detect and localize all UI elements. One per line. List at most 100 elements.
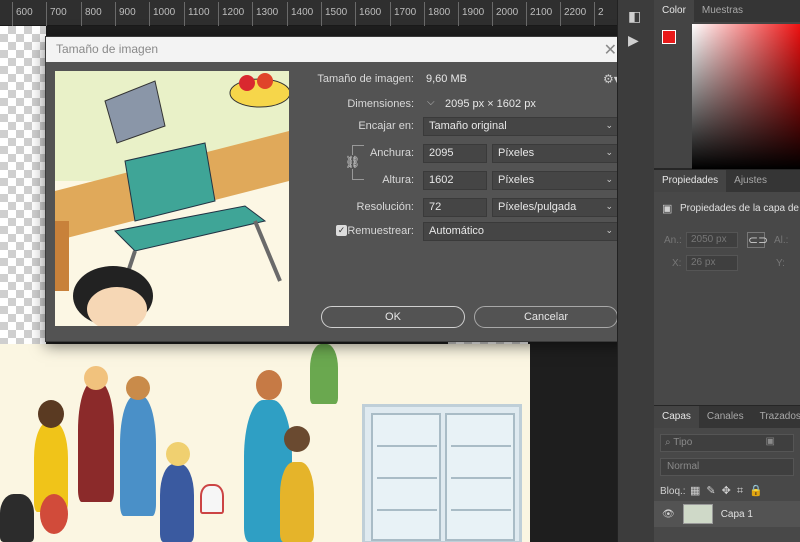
lock-icons[interactable]: ▦✎✥⌗🔒 xyxy=(690,484,769,498)
ruler-tick: 1800 xyxy=(428,7,451,18)
ruler-line xyxy=(81,2,82,26)
play-icon[interactable]: ▶ xyxy=(628,32,639,49)
apple xyxy=(257,73,273,89)
dialog-title: Tamaño de imagen xyxy=(56,42,159,56)
properties-title: Propiedades de la capa de xyxy=(680,203,799,214)
chevron-down-icon: ⌄ xyxy=(605,120,613,130)
child-head xyxy=(84,366,108,390)
tab-color[interactable]: Color xyxy=(654,0,694,22)
ruler-tick: 1000 xyxy=(153,7,176,18)
child-figure xyxy=(120,396,156,516)
cabinet-shelf xyxy=(451,477,511,479)
ruler-line xyxy=(252,2,253,26)
color-panel-icon[interactable]: ◧ xyxy=(628,8,641,25)
chevron-down-icon[interactable]: ⌵ xyxy=(427,97,435,108)
tab-channels[interactable]: Canales xyxy=(699,406,752,428)
ruler-tick: 2200 xyxy=(564,7,587,18)
child-head xyxy=(126,376,150,400)
cabinet-shelf xyxy=(377,445,437,447)
resample-label: Remuestrear: xyxy=(347,225,414,237)
cabinet-shelf xyxy=(377,509,437,511)
properties-panel-tabs: Propiedades Ajustes xyxy=(654,170,800,192)
blend-mode-select[interactable]: Normal xyxy=(660,458,794,476)
tab-paths[interactable]: Trazados xyxy=(752,406,800,428)
child-figure xyxy=(78,382,114,502)
fit-to-select[interactable]: Tamaño original ⌄ xyxy=(423,117,619,136)
ruler-line xyxy=(321,2,322,26)
chevron-down-icon: ⌄ xyxy=(605,225,613,235)
height-unit-select[interactable]: Píxeles ⌄ xyxy=(492,171,619,190)
layer-name: Capa 1 xyxy=(720,508,753,520)
tab-adjustments[interactable]: Ajustes xyxy=(726,170,775,192)
blend-mode-value: Normal xyxy=(667,461,700,472)
ruler-tick: 600 xyxy=(16,7,33,18)
ruler-tick: 1300 xyxy=(256,7,279,18)
x-mini-field[interactable]: 26 px xyxy=(686,255,738,271)
x-label: X: xyxy=(672,258,682,269)
chevron-down-icon: ⌄ xyxy=(605,201,613,211)
ruler-line xyxy=(149,2,150,26)
cancel-button[interactable]: Cancelar xyxy=(474,306,618,328)
resample-value: Automático xyxy=(429,225,485,237)
properties-panel: Propiedades Ajustes ▣ Propiedades de la … xyxy=(654,170,800,405)
image-size-dialog: Tamaño de imagen ✕ Tamaño de imagen: 9,6… xyxy=(45,36,628,342)
ruler-tick: 2000 xyxy=(496,7,519,18)
tab-properties[interactable]: Propiedades xyxy=(654,170,727,192)
image-size-value: 9,60 MB xyxy=(426,73,467,85)
cabinet-door xyxy=(371,413,441,541)
ruler-line xyxy=(424,2,425,26)
ruler-tick: 800 xyxy=(85,7,102,18)
resolution-label: Resolución: xyxy=(356,201,414,213)
child-head xyxy=(38,400,64,428)
cabinet-door xyxy=(445,413,515,541)
tab-layers[interactable]: Capas xyxy=(654,406,699,428)
fit-to-value: Tamaño original xyxy=(429,120,507,132)
foreground-color-swatch[interactable] xyxy=(662,30,676,44)
cabinet-shelf xyxy=(377,477,437,479)
resolution-input[interactable]: 72 xyxy=(423,198,487,217)
child-figure xyxy=(160,464,194,542)
ruler-tick: 1500 xyxy=(325,7,348,18)
ruler-tick: 1200 xyxy=(222,7,245,18)
width-input[interactable]: 2095 xyxy=(423,144,487,163)
ruler-line xyxy=(287,2,288,26)
doctor-head xyxy=(256,370,282,400)
resolution-unit-select[interactable]: Píxeles/pulgada ⌄ xyxy=(492,198,619,217)
ruler-line xyxy=(594,2,595,26)
color-picker-field[interactable] xyxy=(692,24,800,169)
ruler-line xyxy=(12,2,13,26)
ruler-line xyxy=(218,2,219,26)
apple xyxy=(239,75,255,91)
dialog-titlebar: Tamaño de imagen ✕ xyxy=(46,37,627,62)
ok-button[interactable]: OK xyxy=(321,306,465,328)
ruler-line xyxy=(184,2,185,26)
clipboard xyxy=(200,484,224,514)
ruler-line xyxy=(526,2,527,26)
layers-panel: Capas Canales Trazados ⌕ Tipo ▣ Normal B… xyxy=(654,406,800,542)
visibility-eye-icon[interactable]: 👁 xyxy=(662,509,675,520)
ruler-tick: 1900 xyxy=(462,7,485,18)
lock-label: Bloq.: xyxy=(660,486,686,497)
layer-filter-search[interactable]: ⌕ Tipo ▣ xyxy=(660,434,794,452)
tab-swatches[interactable]: Muestras xyxy=(694,0,751,22)
image-filter-icon[interactable]: ▣ xyxy=(766,436,775,447)
ruler-line xyxy=(560,2,561,26)
child-head xyxy=(284,426,310,452)
layers-panel-tabs: Capas Canales Trazados xyxy=(654,406,800,428)
link-icon[interactable]: ⊂⊃ xyxy=(747,232,768,248)
ruler-tick: 1700 xyxy=(394,7,417,18)
close-icon[interactable]: ✕ xyxy=(604,40,617,60)
chevron-down-icon: ⌄ xyxy=(605,174,613,184)
width-unit-select[interactable]: Píxeles ⌄ xyxy=(492,144,619,163)
child-head xyxy=(40,494,68,534)
width-mini-field[interactable]: 2050 px xyxy=(686,232,738,248)
document-illustration xyxy=(0,344,530,542)
layer-row-capa-1[interactable]: 👁 Capa 1 xyxy=(654,501,800,527)
ruler-tick: 1400 xyxy=(291,7,314,18)
image-preview[interactable] xyxy=(55,71,289,326)
resample-select[interactable]: Automático ⌄ xyxy=(423,222,619,241)
height-input[interactable]: 1602 xyxy=(423,171,487,190)
width-label: Anchura: xyxy=(369,147,414,159)
width-abbr-label: An.: xyxy=(664,235,682,246)
preview-illustration xyxy=(55,71,289,326)
